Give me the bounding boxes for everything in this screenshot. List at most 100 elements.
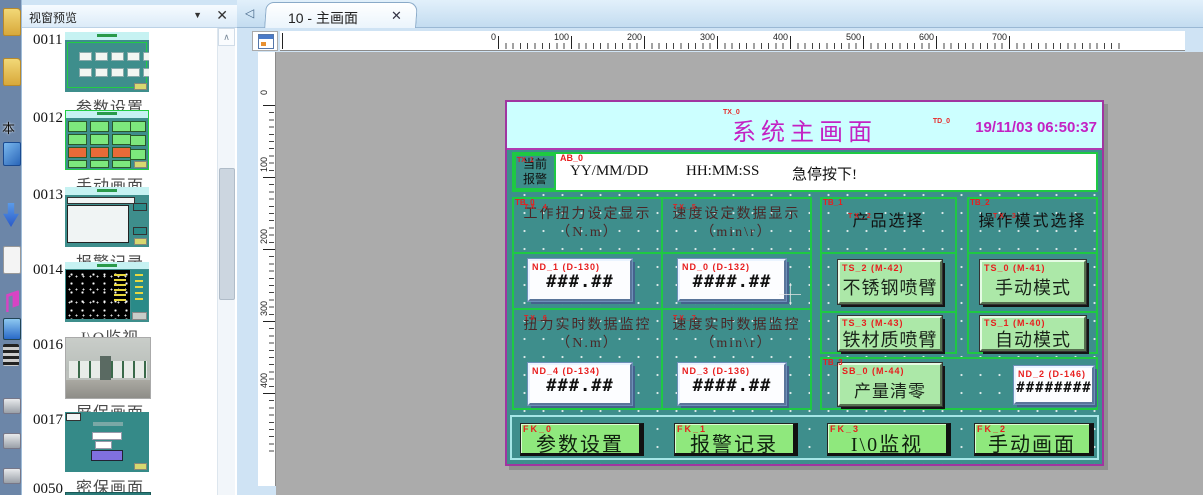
- ruler-label: 0: [465, 32, 496, 42]
- torque-set-label: 工作扭力设定显示 （N.m） TX_4: [516, 206, 659, 242]
- ruler-label: 700: [976, 32, 1007, 42]
- screen-properties-icon[interactable]: [258, 34, 274, 49]
- panel-title: 视窗预览: [29, 9, 77, 26]
- folder-icon[interactable]: [3, 8, 21, 36]
- screen-number: 0016: [33, 337, 63, 354]
- button-tag: TS_1 (M-40): [984, 318, 1046, 328]
- list-item-screensaver[interactable]: 0016 屏保画面: [22, 335, 214, 416]
- text-object-tag: TX_0: [723, 109, 740, 116]
- screen-number: 0017: [33, 412, 63, 429]
- list-item-io-monitor[interactable]: 0014 I\O监视: [22, 260, 214, 341]
- text-object-tag: TX_5: [673, 204, 698, 211]
- folder-icon[interactable]: [3, 58, 21, 86]
- mode-button-auto[interactable]: TS_1 (M-40) 自动模式: [980, 316, 1086, 351]
- document-icon[interactable]: [3, 246, 21, 274]
- tab-close-icon[interactable]: ✕: [391, 8, 402, 24]
- close-icon[interactable]: ✕: [216, 7, 228, 24]
- speed-live-display[interactable]: ND_3 (D-136) ####.##: [678, 363, 786, 405]
- mode-button-manual[interactable]: TS_0 (M-41) 手动模式: [980, 260, 1086, 304]
- product-select-box[interactable]: TB_1 产品选择 TX_2 TS_2 (M-42) 不锈钢喷臂 TS_3 (: [820, 197, 957, 354]
- thumbnail-password[interactable]: [65, 412, 149, 472]
- torque-set-display[interactable]: ND_1 (D-130) ###.##: [528, 259, 632, 301]
- window-preview-panel: 视窗预览 ▼ ✕ 0011 参数设置 0012: [21, 0, 238, 495]
- text-object-tag: TX_1: [517, 157, 534, 164]
- torque-live-display[interactable]: ND_4 (D-134) ###.##: [528, 363, 632, 405]
- mode-select-box[interactable]: TB_2 操作模式选择 TX_3 TS_0 (M-41) 手动模式 TS_1: [967, 197, 1098, 354]
- sidebar-scrollbar[interactable]: ∧: [217, 28, 235, 495]
- datetime-display[interactable]: 19/11/03 06:50:37: [975, 119, 1097, 136]
- box-icon[interactable]: [3, 142, 21, 166]
- button-label: 自动模式: [982, 326, 1084, 352]
- screen-number: 0013: [33, 187, 63, 204]
- thumbnail-screensaver[interactable]: [65, 337, 151, 399]
- music-note-icon[interactable]: [3, 290, 19, 312]
- ruler-label: 400: [259, 365, 271, 395]
- box-tag: TB_1: [823, 198, 843, 207]
- ruler-label: 200: [259, 221, 271, 251]
- list-item-0050[interactable]: 0050: [22, 479, 214, 495]
- date-object-tag: TD_0: [933, 118, 950, 125]
- alarm-banner-label: 当前 报警 TX_1: [514, 154, 556, 190]
- nav-button-alarm-log[interactable]: FK_1 报警记录: [674, 423, 798, 456]
- tab-main-screen[interactable]: 10 - 主画面 ✕: [264, 2, 418, 29]
- counter-box[interactable]: TB_3 SB_0 (M-44) 产量清零 ND_2 (D-146) #####…: [820, 357, 1098, 410]
- scroll-up-icon[interactable]: ∧: [218, 28, 235, 46]
- drive-icon[interactable]: [3, 398, 21, 414]
- screen-number: 0014: [33, 262, 63, 279]
- hmi-screen[interactable]: 系统主画面 TX_0 19/11/03 06:50:37 TD_0 当前 报警 …: [505, 100, 1104, 466]
- alarm-date-format: YY/MM/DD: [570, 163, 648, 180]
- design-canvas[interactable]: 系统主画面 TX_0 19/11/03 06:50:37 TD_0 当前 报警 …: [276, 52, 1203, 495]
- product-select-label: 产品选择 TX_2: [822, 213, 955, 231]
- text-object-tag: TX_2: [848, 213, 873, 220]
- drive-icon[interactable]: [3, 468, 21, 484]
- screen-number: 0050: [33, 481, 63, 495]
- scrollbar-thumb[interactable]: [219, 168, 235, 300]
- panel-header: 视窗预览 ▼ ✕: [22, 5, 238, 28]
- button-label: 铁材质喷臂: [840, 326, 940, 352]
- display-value: ###.##: [530, 376, 630, 396]
- ruler-label: 100: [538, 32, 569, 42]
- list-item-alarm-log[interactable]: 0013 报警记录: [22, 185, 214, 266]
- screen-title-bar[interactable]: 系统主画面 TX_0 19/11/03 06:50:37 TD_0: [507, 102, 1102, 150]
- thumbnail-alarm[interactable]: [65, 187, 149, 247]
- button-tag: FK_0: [523, 424, 553, 434]
- display-value: ####.##: [680, 272, 784, 292]
- nav-button-params[interactable]: FK_0 参数设置: [520, 423, 644, 456]
- screen-number: 0011: [33, 32, 62, 49]
- thumbnail-manual[interactable]: [65, 110, 149, 170]
- tab-scroll-left-icon[interactable]: ◁: [245, 6, 254, 20]
- counter-reset-button[interactable]: SB_0 (M-44) 产量清零: [838, 363, 942, 406]
- ruler-label: 600: [903, 32, 934, 42]
- alarm-banner[interactable]: 当前 报警 TX_1 AB_0 YY/MM/DD HH:MM:SS 急停按下!: [512, 152, 1098, 192]
- ruler-label: 500: [830, 32, 861, 42]
- nav-button-io-monitor[interactable]: FK_3 I\0监视: [827, 423, 951, 456]
- ruler-tick: [1009, 36, 1010, 49]
- nav-button-manual-screen[interactable]: FK_2 手动画面: [974, 423, 1094, 456]
- counter-display[interactable]: ND_2 (D-146) ########: [1014, 366, 1094, 404]
- button-tag: TS_3 (M-43): [842, 318, 904, 328]
- thumbnail-io[interactable]: [65, 262, 149, 322]
- ruler-tick: [571, 36, 572, 49]
- product-button-stainless[interactable]: TS_2 (M-42) 不锈钢喷臂: [838, 260, 942, 304]
- desktop-icon-label[interactable]: 本: [2, 118, 15, 137]
- nav-strip: FK_0 参数设置 FK_1 报警记录 FK_3 I\0监视 FK_2: [510, 415, 1099, 460]
- drive-icon[interactable]: [3, 433, 21, 449]
- torque-live-label: 扭力实时数据监控 （N.m） TX_6: [516, 317, 659, 353]
- display-tag: ND_2 (D-146): [1018, 369, 1086, 379]
- button-tag: FK_2: [977, 424, 1007, 434]
- alarm-message: 急停按下!: [792, 163, 857, 184]
- download-arrow-icon[interactable]: [3, 203, 19, 227]
- thumbnail-params[interactable]: [65, 32, 149, 92]
- speed-set-display[interactable]: ND_0 (D-132) ####.##: [678, 259, 786, 301]
- data-group-box[interactable]: TB_0 工作扭力设定显示 （N.m） TX_4 速度设定数据显示 （min\r…: [512, 197, 812, 410]
- list-item-manual[interactable]: 0012 手动画面: [22, 108, 214, 189]
- ruler-origin-mark: [282, 33, 283, 49]
- v-ruler: 0100200300400: [258, 52, 276, 486]
- product-button-iron[interactable]: TS_3 (M-43) 铁材质喷臂: [838, 316, 942, 351]
- monitor-icon[interactable]: [3, 318, 21, 340]
- button-tag: TS_0 (M-41): [984, 263, 1046, 273]
- film-icon[interactable]: [3, 344, 19, 366]
- list-item-main-params[interactable]: 0011 参数设置: [22, 30, 214, 111]
- chevron-down-icon[interactable]: ▼: [193, 10, 202, 20]
- button-label: 手动模式: [982, 274, 1084, 300]
